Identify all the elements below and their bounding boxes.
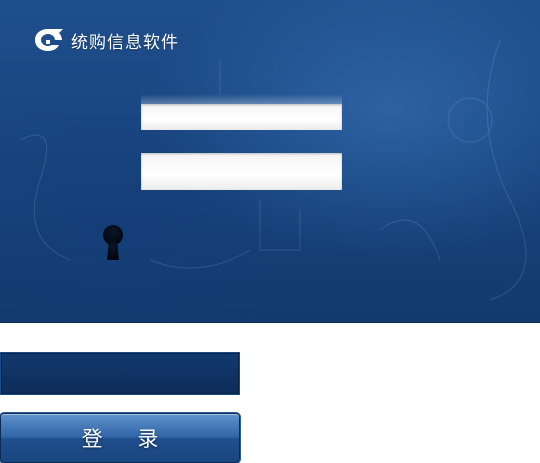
brand-name: 统购信息软件 — [71, 28, 179, 53]
password-input[interactable] — [141, 153, 342, 190]
brand-logo-icon — [33, 26, 65, 54]
keyhole-icon — [101, 224, 125, 264]
login-panel: 统购信息软件 — [0, 0, 540, 323]
secondary-panel — [0, 352, 240, 395]
username-input[interactable] — [141, 104, 342, 130]
login-button[interactable]: 登 录 — [0, 413, 240, 463]
login-window: 统购信息软件 登 录 — [0, 0, 540, 463]
brand: 统购信息软件 — [33, 26, 179, 54]
